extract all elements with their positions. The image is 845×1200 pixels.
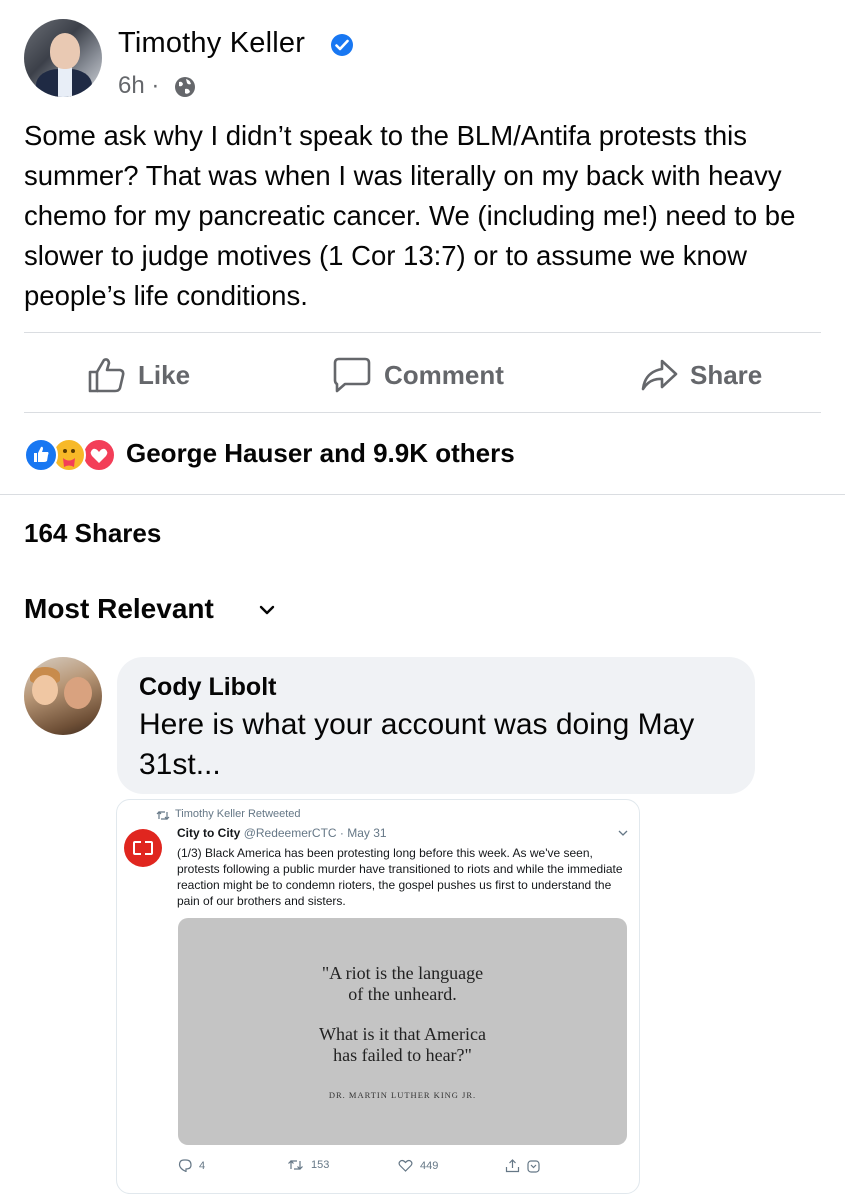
reaction-summary[interactable]: George Hauser and 9.9K others (126, 438, 515, 469)
share-button[interactable]: Share (640, 352, 762, 398)
dm-icon (527, 1159, 540, 1173)
retweet-icon (288, 1160, 303, 1170)
share-arrow-icon (641, 359, 678, 391)
globe-icon (175, 77, 195, 97)
love-reaction-icon (82, 438, 116, 472)
tweet-header: City to City @RedeemerCTC · May 31 (177, 826, 387, 840)
share-upload-icon (505, 1159, 520, 1173)
post-timestamp[interactable]: 6h · (118, 72, 159, 100)
tweet-retweets: 153 (287, 1159, 329, 1171)
quote-text: "A riot is the language of the unheard. … (319, 963, 486, 1065)
comment-sort-label[interactable]: Most Relevant (24, 593, 214, 625)
like-button[interactable]: Like (88, 352, 190, 398)
share-label: Share (690, 359, 763, 390)
shares-count[interactable]: 164 Shares (24, 518, 161, 549)
tweet-replies: 4 (178, 1159, 205, 1172)
tweet-display-name: City to City (177, 826, 241, 840)
reaction-icons[interactable] (24, 438, 134, 472)
comment-button[interactable]: Comment (332, 352, 504, 398)
comment-text: Here is what your account was doing May … (139, 708, 695, 781)
comment-bubble-icon (333, 357, 371, 393)
thumbs-up-icon (88, 358, 125, 393)
tweet-likes: 449 (398, 1159, 438, 1172)
commenter-avatar[interactable] (24, 657, 102, 735)
quote-attribution: DR. MARTIN LUTHER KING JR. (328, 1090, 477, 1100)
divider (24, 412, 821, 413)
chevron-down-icon (618, 830, 628, 836)
author-avatar[interactable] (24, 19, 102, 97)
comment-author[interactable]: Cody Libolt (139, 673, 276, 702)
author-name[interactable]: Timothy Keller (118, 27, 305, 60)
post-text: Some ask why I didn’t speak to the BLM/A… (24, 120, 796, 311)
section-divider (0, 494, 845, 495)
chevron-down-icon[interactable] (257, 600, 277, 620)
tweet-share-icons (505, 1159, 540, 1173)
like-reaction-icon (24, 438, 58, 472)
heart-icon (398, 1159, 413, 1172)
divider (24, 332, 821, 333)
verified-badge-icon (331, 34, 353, 56)
comment-label: Comment (384, 359, 504, 390)
reply-icon (178, 1159, 192, 1172)
like-label: Like (138, 359, 191, 390)
tweet-handle-date: @RedeemerCTC · May 31 (243, 826, 387, 840)
tweet-avatar (124, 829, 162, 867)
tweet-text: (1/3) Black America has been protesting … (177, 846, 623, 908)
retweet-icon (156, 811, 170, 820)
retweeted-label: Timothy Keller Retweeted (175, 808, 301, 820)
